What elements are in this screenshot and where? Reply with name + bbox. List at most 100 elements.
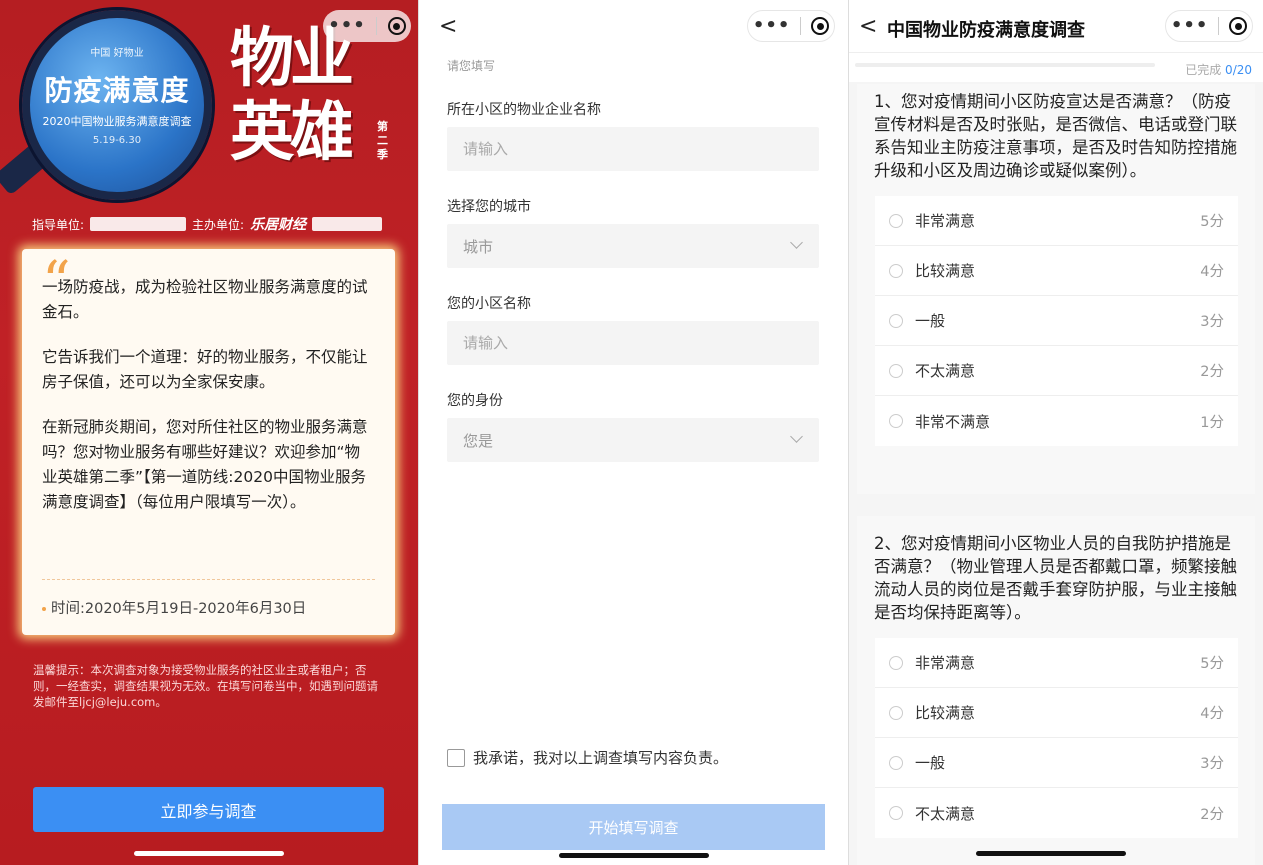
option-score: 4分 [1200, 264, 1224, 280]
guide-label: 指导单位: [32, 217, 85, 232]
option-label: 一般 [915, 754, 946, 772]
capsule-divider [800, 17, 802, 35]
more-icon[interactable]: ••• [328, 17, 366, 35]
option-item[interactable]: 比较满意 4分 [875, 246, 1238, 296]
question-text: 2、您对疫情期间小区物业人员的自我防护措施是否满意？（物业管理人员是否都戴口罩，… [874, 534, 1237, 622]
option-score: 4分 [1200, 706, 1224, 722]
question-card: 1、您对疫情期间小区防疫宣达是否满意？（防疫宣传材料是否及时张贴，是否微信、电话… [857, 84, 1255, 494]
option-item[interactable]: 非常不满意 1分 [875, 396, 1238, 446]
back-icon[interactable]: < [859, 14, 877, 39]
lens-title: 防疫满意度 [44, 74, 190, 107]
radio-icon[interactable] [889, 806, 903, 820]
option-label: 不太满意 [915, 804, 976, 823]
option-label: 不太满意 [915, 362, 976, 380]
guide-org-logo [90, 217, 187, 231]
intro-card: “ 一场防疫战，成为检验社区物业服务满意度的试金石。 它告诉我们一个道理：好的物… [22, 249, 395, 635]
start-survey-button[interactable]: 开始填写调查 [442, 804, 825, 850]
radio-icon[interactable] [889, 313, 903, 328]
survey-period: 时间:2020年5月19日-2020年6月30日 [42, 597, 306, 618]
mini-program-capsule[interactable]: ••• [1165, 10, 1253, 42]
option-item[interactable]: 非常满意 5分 [875, 196, 1238, 246]
option-label: 比较满意 [915, 704, 976, 722]
pledge-row[interactable]: 我承诺，我对以上调查填写内容负责。 [447, 747, 728, 768]
lens-date: 5.19-6.30 [92, 135, 142, 146]
back-icon[interactable]: < [439, 14, 457, 39]
question-card: 2、您对疫情期间小区物业人员的自我防护措施是否满意？（物业管理人员是否都戴口罩，… [857, 516, 1255, 865]
radio-icon[interactable] [889, 755, 903, 770]
option-item[interactable]: 一般 3分 [875, 738, 1238, 788]
option-list: 非常满意 5分 比较满意 4分 一般 3分 不太满意 2分 非常不满意 1分 [875, 196, 1238, 446]
city-select-placeholder: 城市 [463, 237, 494, 256]
property-company-text[interactable] [463, 140, 819, 158]
option-label: 非常满意 [915, 212, 976, 230]
close-mini-program-icon[interactable] [1229, 17, 1248, 35]
intro-screen: 中国 好物业 防疫满意度 2020中国物业服务满意度调查 5.19-6.30 物… [0, 0, 418, 865]
card-divider [42, 579, 375, 580]
progress-label: 已完成 0/20 [1185, 61, 1252, 78]
option-item[interactable]: 不太满意 2分 [875, 346, 1238, 396]
field-label-property-company: 所在小区的物业企业名称 [447, 102, 601, 118]
intro-paragraph: 一场防疫战，成为检验社区物业服务满意度的试金石。 [42, 278, 368, 321]
option-item[interactable]: 比较满意 4分 [875, 688, 1238, 738]
field-label-identity: 您的身份 [447, 393, 503, 409]
community-name-input[interactable] [447, 321, 819, 365]
option-item[interactable]: 一般 3分 [875, 296, 1238, 346]
survey-screen: < 中国物业防疫满意度调查 ••• 已完成 0/20 1、您对疫情期间小区防疫宣… [848, 0, 1263, 865]
notice-text: 温馨提示：本次调查对象为接受物业服务的社区业主或者租户；否则，一经查实，调查结果… [33, 663, 378, 709]
option-item[interactable]: 非常满意 5分 [875, 638, 1238, 688]
pledge-checkbox[interactable] [447, 748, 465, 767]
pledge-text: 我承诺，我对以上调查填写内容负责。 [473, 749, 729, 767]
mini-program-capsule[interactable]: ••• [323, 10, 411, 42]
progress-track [855, 63, 1155, 67]
property-company-input[interactable] [447, 127, 819, 171]
host-org-logo [312, 217, 383, 231]
campaign-logo-lens: 中国 好物业 防疫满意度 2020中国物业服务满意度调查 5.19-6.30 [22, 10, 212, 200]
form-hint: 请您填写 [447, 59, 496, 73]
option-item[interactable]: 不太满意 2分 [875, 788, 1238, 838]
home-indicator [559, 853, 709, 858]
identity-select-placeholder: 您是 [463, 431, 494, 450]
radio-icon[interactable] [889, 213, 903, 228]
join-survey-button[interactable]: 立即参与调查 [33, 787, 384, 832]
question-text: 1、您对疫情期间小区防疫宣达是否满意？（防疫宣传材料是否及时张贴，是否微信、电话… [874, 92, 1237, 180]
option-label: 比较满意 [915, 262, 976, 280]
close-mini-program-icon[interactable] [387, 17, 406, 35]
field-label-community: 您的小区名称 [447, 296, 531, 312]
home-indicator [976, 851, 1126, 856]
capsule-divider [1218, 17, 1220, 35]
option-label: 非常满意 [915, 654, 976, 672]
intro-paragraph: 在新冠肺炎期间，您对所住社区的物业服务满意吗？您对物业服务有哪些好建议？欢迎参加… [42, 418, 368, 511]
radio-icon[interactable] [889, 414, 903, 428]
mini-program-capsule[interactable]: ••• [747, 10, 835, 42]
logo-small-text: 中国 好物业 [90, 48, 144, 59]
radio-icon[interactable] [889, 655, 903, 670]
progress-prefix: 已完成 [1185, 63, 1226, 77]
more-icon[interactable]: ••• [753, 17, 791, 35]
season-label: 第二季 [377, 120, 388, 161]
option-score: 2分 [1200, 364, 1224, 380]
more-icon[interactable]: ••• [1171, 17, 1209, 35]
progress-bar: 已完成 0/20 [849, 52, 1263, 82]
progress-total: /20 [1232, 63, 1252, 77]
community-name-text[interactable] [463, 334, 819, 352]
home-indicator [134, 851, 284, 856]
option-score: 3分 [1200, 314, 1224, 330]
close-mini-program-icon[interactable] [811, 17, 830, 35]
radio-icon[interactable] [889, 263, 903, 278]
option-label: 一般 [915, 312, 946, 330]
identity-select[interactable]: 您是 [447, 418, 819, 462]
host-brand: 乐居财经 [250, 217, 307, 233]
lens-subtitle: 2020中国物业服务满意度调查 [42, 115, 192, 128]
info-form-screen: < ••• 请您填写 所在小区的物业企业名称 选择您的城市 城市 您的小区名称 … [418, 0, 848, 865]
radio-icon[interactable] [889, 705, 903, 720]
progress-done: 0 [1225, 63, 1233, 77]
option-score: 5分 [1200, 656, 1224, 672]
hero-line-2: 英雄 [230, 95, 354, 170]
sponsor-row: 指导单位: 主办单位: 乐居财经 [32, 214, 383, 234]
option-score: 3分 [1200, 756, 1224, 772]
option-label: 非常不满意 [915, 412, 991, 431]
option-score: 2分 [1200, 806, 1224, 823]
city-select[interactable]: 城市 [447, 224, 819, 268]
page-title: 中国物业防疫满意度调查 [887, 20, 1085, 41]
radio-icon[interactable] [889, 363, 903, 378]
